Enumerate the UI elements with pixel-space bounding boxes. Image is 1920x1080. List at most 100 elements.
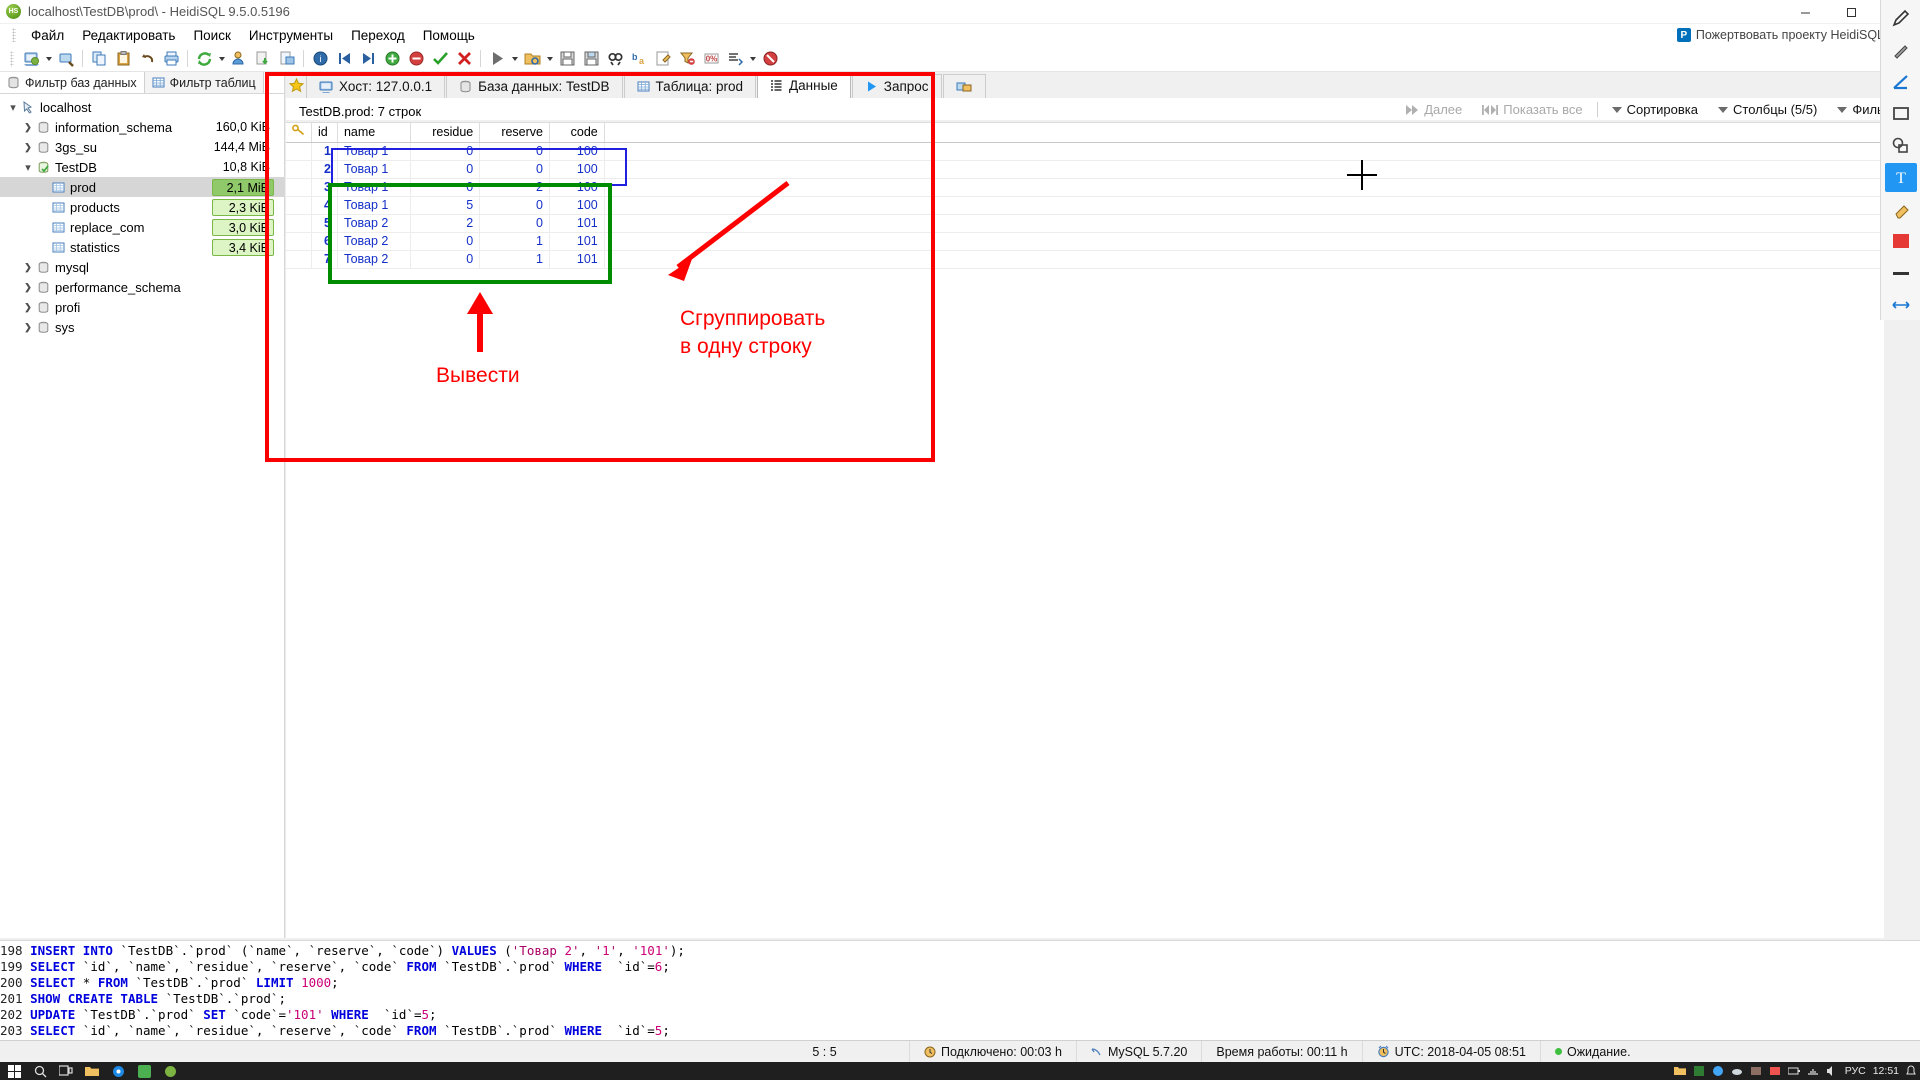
tab-database[interactable]: База данных: TestDB xyxy=(446,74,623,98)
favorite-star-icon[interactable] xyxy=(286,72,306,98)
query-list-dropdown-icon[interactable] xyxy=(747,48,758,70)
grid-cell-reserve[interactable]: 0 xyxy=(479,142,550,161)
app2-icon[interactable] xyxy=(1750,1065,1762,1077)
grid-cell-name[interactable]: Товар 1 xyxy=(337,196,411,215)
tree-item-statistics[interactable]: statistics 3,4 KiB xyxy=(0,237,284,257)
chevron-down-icon[interactable] xyxy=(6,101,20,114)
grid-cell-reserve[interactable]: 1 xyxy=(479,232,550,251)
maximize-button[interactable] xyxy=(1828,0,1874,24)
grid-column-header-reserve[interactable]: reserve xyxy=(479,123,550,143)
grid-cell-residue[interactable]: 2 xyxy=(410,214,481,233)
first-record-icon[interactable] xyxy=(333,48,355,70)
grid-cell-id[interactable]: 6 xyxy=(311,232,338,251)
tree-item-prod[interactable]: prod 2,1 MiB xyxy=(0,177,284,197)
session-dropdown-icon[interactable] xyxy=(43,48,54,70)
tab-table[interactable]: Таблица: prod xyxy=(623,74,757,98)
row-selector-cell[interactable] xyxy=(286,160,312,179)
cancel-icon[interactable] xyxy=(453,48,475,70)
grid-cell-code[interactable]: 101 xyxy=(549,250,605,269)
grid-cell-residue[interactable]: 0 xyxy=(410,232,481,251)
grid-cell-reserve[interactable]: 1 xyxy=(479,250,550,269)
tab-host[interactable]: Хост: 127.0.0.1 xyxy=(306,74,446,98)
export-grid-icon[interactable] xyxy=(252,48,274,70)
grid-cell-name[interactable]: Товар 2 xyxy=(337,250,411,269)
eraser-tool-icon[interactable] xyxy=(1885,194,1917,224)
sql-log-line[interactable]: 202 UPDATE `TestDB`.`prod` SET `code`='1… xyxy=(0,1007,1920,1023)
chevron-right-icon[interactable] xyxy=(21,142,35,153)
table-row[interactable]: 1 Товар 1 0 0 100 xyxy=(286,142,1885,161)
chevron-right-icon[interactable] xyxy=(21,322,35,333)
text-tool-icon[interactable]: T xyxy=(1884,162,1917,193)
grid-column-header-residue[interactable]: residue xyxy=(410,123,481,143)
insert-row-icon[interactable] xyxy=(381,48,403,70)
minimize-button[interactable] xyxy=(1782,0,1828,24)
browser-icon[interactable] xyxy=(106,1062,130,1080)
row-selector-cell[interactable] xyxy=(286,142,312,161)
taskbar-language[interactable]: РУС xyxy=(1845,1065,1866,1077)
data-grid-container[interactable]: id name residue reserve code 1 Товар 1 0 0 100 2 То… xyxy=(286,122,1885,938)
grid-cell-residue[interactable]: 0 xyxy=(410,142,481,161)
tab-new[interactable] xyxy=(942,74,986,98)
tree-item-profi[interactable]: profi xyxy=(0,297,284,317)
folder-icon[interactable] xyxy=(1673,1065,1686,1077)
grid-cell-name[interactable]: Товар 1 xyxy=(337,160,411,179)
print-icon[interactable] xyxy=(160,48,182,70)
move-tool-icon[interactable] xyxy=(1885,290,1917,320)
filter-tab-databases[interactable]: Фильтр баз данных xyxy=(0,72,145,93)
row-selector-cell[interactable] xyxy=(286,232,312,251)
find-icon[interactable] xyxy=(604,48,626,70)
line-tool-icon[interactable] xyxy=(1885,67,1917,97)
grid-cell-residue[interactable]: 5 xyxy=(410,196,481,215)
menu-item-help[interactable]: Помощь xyxy=(414,26,484,45)
marker-tool-icon[interactable] xyxy=(1885,35,1917,65)
taskview-icon[interactable] xyxy=(54,1062,78,1080)
tree-item-testdb[interactable]: TestDB 10,8 KiB xyxy=(0,157,284,177)
open-file-icon[interactable] xyxy=(521,48,543,70)
filter-tab-tables[interactable]: Фильтр таблиц xyxy=(144,72,264,93)
menu-item-goto[interactable]: Переход xyxy=(342,26,414,45)
grid-cell-id[interactable]: 4 xyxy=(311,196,338,215)
delete-row-icon[interactable] xyxy=(405,48,427,70)
grid-cell-reserve[interactable]: 2 xyxy=(479,178,550,197)
grid-cell-id[interactable]: 2 xyxy=(311,160,338,179)
table-row[interactable]: 4 Товар 1 5 0 100 xyxy=(286,196,1885,215)
tree-item-products[interactable]: products 2,3 KiB xyxy=(0,197,284,217)
replace-icon[interactable]: b a xyxy=(628,48,650,70)
rect-tool-icon[interactable] xyxy=(1885,99,1917,129)
undo-icon[interactable] xyxy=(136,48,158,70)
grid-cell-residue[interactable]: 0 xyxy=(410,178,481,197)
notifications-icon[interactable] xyxy=(1906,1065,1916,1077)
save-as-icon[interactable] xyxy=(580,48,602,70)
session-manager-icon[interactable] xyxy=(20,48,42,70)
chevron-right-icon[interactable] xyxy=(21,302,35,313)
grid-next-button[interactable]: Далее xyxy=(1395,102,1472,117)
grid-cell-id[interactable]: 5 xyxy=(311,214,338,233)
refresh-icon[interactable] xyxy=(193,48,215,70)
clear-filter-icon[interactable] xyxy=(676,48,698,70)
grid-column-header-id[interactable]: id xyxy=(311,123,338,143)
sql-log-line[interactable]: 203 SELECT `id`, `name`, `residue`, `res… xyxy=(0,1023,1920,1039)
battery-icon[interactable] xyxy=(1787,1065,1800,1077)
grid-cell-name[interactable]: Товар 2 xyxy=(337,214,411,233)
chevron-right-icon[interactable] xyxy=(21,282,35,293)
tab-query[interactable]: Запрос xyxy=(851,74,942,98)
menu-item-edit[interactable]: Редактировать xyxy=(73,26,184,45)
table-row[interactable]: 3 Товар 1 0 2 100 xyxy=(286,178,1885,197)
taskbar-clock[interactable]: 12:51 xyxy=(1873,1065,1899,1077)
grid-cell-residue[interactable]: 0 xyxy=(410,160,481,179)
grid-cell-code[interactable]: 100 xyxy=(549,142,605,161)
import-icon[interactable] xyxy=(276,48,298,70)
last-record-icon[interactable] xyxy=(357,48,379,70)
grid-cell-name[interactable]: Товар 1 xyxy=(337,178,411,197)
copy-icon[interactable] xyxy=(88,48,110,70)
chevron-right-icon[interactable] xyxy=(21,262,35,273)
new-query-icon[interactable] xyxy=(55,48,77,70)
tree-item-information-schema[interactable]: information_schema 160,0 KiB xyxy=(0,117,284,137)
row-selector-cell[interactable] xyxy=(286,196,312,215)
zero-filter-icon[interactable]: 0% xyxy=(700,48,722,70)
row-selector-cell[interactable] xyxy=(286,178,312,197)
tree-item-sys[interactable]: sys xyxy=(0,317,284,337)
tree-item-performance-schema[interactable]: performance_schema xyxy=(0,277,284,297)
save-icon[interactable] xyxy=(556,48,578,70)
paint-icon[interactable] xyxy=(1693,1065,1705,1077)
